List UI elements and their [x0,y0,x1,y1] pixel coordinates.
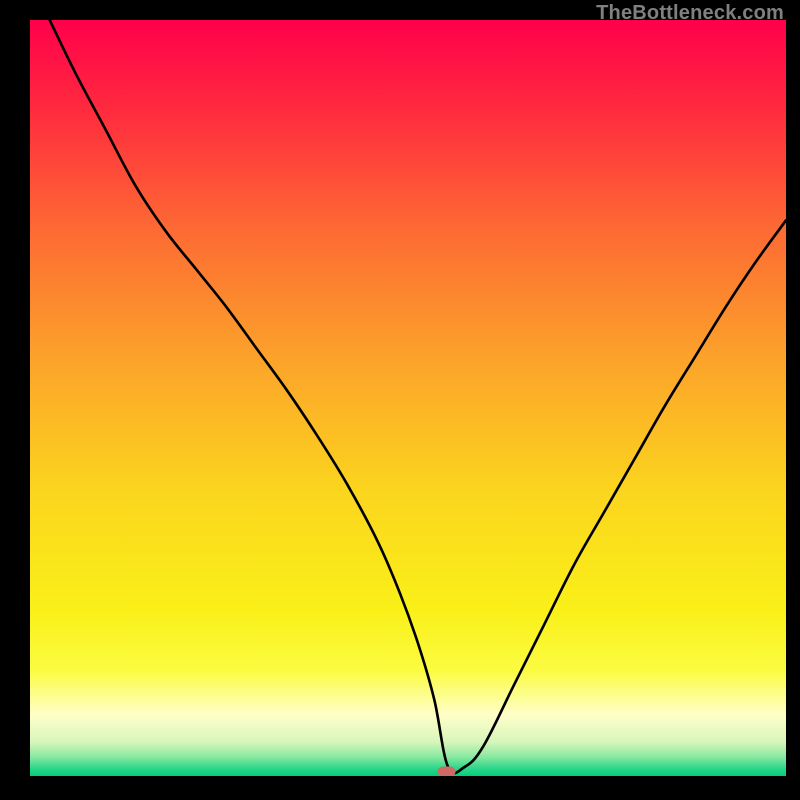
watermark-text: TheBottleneck.com [596,2,784,25]
optimal-marker [437,767,455,776]
gradient-background [30,20,786,776]
chart-frame: TheBottleneck.com [0,0,800,800]
plot-area [30,20,786,776]
chart-svg [30,20,786,776]
